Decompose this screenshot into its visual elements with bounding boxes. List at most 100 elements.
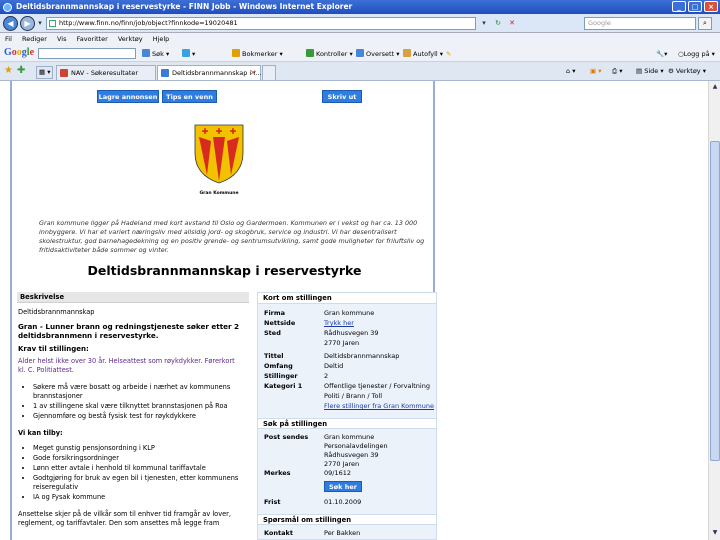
google-logo: Google — [4, 47, 35, 58]
gran-coat-of-arms: ✚ ✚ ✚ — [194, 124, 244, 184]
scroll-thumb[interactable] — [710, 141, 720, 461]
page-icon — [49, 20, 56, 27]
menu-bar: Fil Rediger Vis Favoritter Verktøy Hjelp — [0, 33, 720, 45]
page-menu-button[interactable]: ▤ Side ▾ — [636, 66, 664, 77]
tab-label: NAV - Søkeresultater — [71, 69, 139, 77]
row-sted-2: 2770 Jaren — [258, 339, 436, 349]
translate-button[interactable]: Oversett ▾ — [356, 49, 399, 59]
row-nettside: Nettside Trykk her — [258, 319, 436, 329]
login-label: Logg på — [683, 50, 710, 58]
page-viewport: Lagre annonsen Tips en venn Skriv ut ✚ ✚… — [0, 81, 708, 540]
field-label: Kategori 1 — [264, 382, 303, 390]
window-titlebar: Deltidsbrannmannskap i reservestyrke - F… — [0, 0, 720, 14]
maximize-button[interactable]: □ — [688, 1, 702, 12]
minimize-button[interactable]: _ — [672, 1, 686, 12]
offer-heading: Vi kan tilby: — [18, 429, 63, 437]
menu-verktoy[interactable]: Verktøy — [118, 35, 143, 43]
position-name: Deltidsbrannmannskap — [18, 308, 95, 316]
menu-vis[interactable]: Vis — [57, 35, 67, 43]
vertical-scrollbar[interactable]: ▲ ▼ — [708, 81, 720, 540]
translate-label: Oversett — [366, 50, 395, 58]
field-value: Personalavdelingen — [324, 442, 388, 450]
field-value: Rådhusvegen 39 — [324, 451, 379, 459]
home-icon[interactable]: ⌂ ▾ — [566, 66, 575, 77]
row-omfang: Omfang Deltid — [258, 362, 436, 372]
forward-button[interactable]: ▶ — [20, 16, 35, 31]
login-button[interactable]: ○Logg på ▾ — [678, 49, 715, 59]
check-button[interactable]: Kontroller ▾ — [306, 49, 353, 59]
url-field[interactable]: http://www.finn.no/finn/job/object?finnk… — [46, 17, 476, 30]
field-value: 09/1612 — [324, 469, 352, 477]
menu-rediger[interactable]: Rediger — [22, 35, 47, 43]
tools-menu-button[interactable]: ⚙ Verktøy ▾ — [668, 66, 706, 77]
print-button[interactable]: Skriv ut — [322, 90, 362, 103]
back-button[interactable]: ◀ — [3, 16, 18, 31]
print-icon[interactable]: ⎙ ▾ — [612, 66, 623, 77]
save-ad-button[interactable]: Lagre annonsen — [97, 90, 159, 103]
list-item: Godtgjøring for bruk av egen bil i tjene… — [33, 474, 244, 492]
scroll-down-icon[interactable]: ▼ — [710, 528, 720, 538]
svg-text:✚: ✚ — [202, 127, 209, 136]
requirements-text: Alder helst ikke over 30 år. Helseattest… — [18, 357, 235, 374]
url-dropdown-icon[interactable]: ▾ — [478, 18, 490, 29]
requirements-list: Søkere må være bosatt og arbeide i nærhe… — [33, 383, 244, 421]
tab-active-job[interactable]: Deltidsbrannmannskap i r... ✕ — [157, 65, 262, 80]
row-tittel: Tittel Deltidsbrannmannskap — [258, 352, 436, 362]
field-value: Gran kommune — [324, 433, 375, 441]
website-link[interactable]: Trykk her — [324, 319, 354, 327]
list-item: Meget gunstig pensjonsordning i KLP — [33, 444, 244, 453]
row-sted: Sted Rådhusvegen 39 — [258, 329, 436, 339]
wrench-icon[interactable]: 🔧▾ — [656, 49, 667, 59]
autofill-button[interactable]: Autofyll ▾ — [403, 49, 443, 59]
field-label: Firma — [264, 309, 286, 317]
google-search-button[interactable]: Søk ▾ — [142, 49, 169, 59]
row-firma: Firma Gran kommune — [258, 309, 436, 319]
puzzle-icon[interactable]: ▾ — [182, 49, 195, 59]
menu-fil[interactable]: Fil — [5, 35, 12, 43]
search-input[interactable]: Google — [584, 17, 696, 30]
new-tab-button[interactable] — [262, 65, 276, 80]
offer-list: Meget gunstig pensjonsordning i KLP Gode… — [33, 444, 244, 502]
bookmarks-button[interactable]: Bokmerker ▾ — [232, 49, 283, 59]
requirements-heading: Krav til stillingen: — [18, 345, 89, 353]
menu-hjelp[interactable]: Hjelp — [153, 35, 170, 43]
svg-text:✚: ✚ — [230, 127, 237, 136]
field-label: Nettside — [264, 319, 296, 327]
address-bar: ◀ ▶ ▾ http://www.finn.no/finn/job/object… — [0, 14, 720, 33]
refresh-icon[interactable]: ↻ — [492, 18, 504, 29]
row-post: Post sendes Gran kommune Personalavdelin… — [258, 433, 436, 469]
company-intro: Gran kommune ligger på Hadeland med kort… — [39, 219, 425, 254]
field-label: Post sendes — [264, 433, 309, 441]
more-jobs-link[interactable]: Flere stillinger fra Gran Kommune — [324, 402, 434, 410]
list-item: 1 av stillingene skal være tilknyttet br… — [33, 402, 244, 411]
field-value: 2770 Jaren — [324, 339, 360, 347]
quick-tabs-icon[interactable]: ▦ ▾ — [36, 66, 54, 79]
highlight-icon[interactable]: ✎ — [446, 49, 451, 59]
stop-icon[interactable]: ✕ — [506, 18, 518, 29]
description-heading: Beskrivelse — [17, 292, 249, 303]
favorites-star-icon[interactable]: ★ — [4, 65, 13, 76]
apply-here-button[interactable]: Søk her — [324, 481, 362, 492]
menu-favoritter[interactable]: Favoritter — [77, 35, 108, 43]
tab-nav-sokeresultater[interactable]: NAV - Søkeresultater — [56, 65, 156, 80]
close-tab-icon[interactable]: ✕ — [250, 66, 256, 80]
scroll-up-icon[interactable]: ▲ — [710, 82, 720, 92]
feeds-icon[interactable]: ▣ ▾ — [590, 66, 601, 77]
field-value: 2770 Jaren — [324, 460, 360, 468]
close-button[interactable]: × — [704, 1, 718, 12]
field-value: Per Bakken — [324, 529, 361, 537]
search-go-icon[interactable]: ⌕ — [698, 17, 712, 30]
job-summary-panel: Kort om stillingen Firma Gran kommune Net… — [257, 292, 437, 540]
svg-text:✚: ✚ — [216, 127, 223, 136]
tip-friend-button[interactable]: Tips en venn — [162, 90, 217, 103]
description-subtitle: Gran - Lunner brann og redningstjeneste … — [18, 322, 240, 340]
terms-text: Ansettelse skjer på de vilkår som til en… — [18, 510, 231, 527]
description-body: Deltidsbrannmannskap Gran - Lunner brann… — [18, 308, 244, 533]
google-search-input[interactable] — [38, 48, 136, 59]
finn-favicon — [161, 69, 169, 77]
row-kategori-2: Politi / Brann / Toll — [258, 392, 436, 402]
list-item: Gode forsikringsordninger — [33, 454, 244, 463]
history-dropdown-icon[interactable]: ▾ — [34, 18, 46, 29]
add-favorite-icon[interactable]: ✚ — [17, 65, 25, 76]
field-label: Omfang — [264, 362, 293, 370]
